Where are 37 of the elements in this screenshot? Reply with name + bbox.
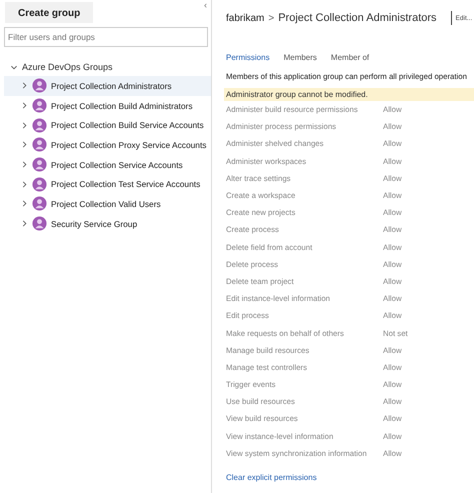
group-icon (32, 176, 47, 192)
tree-root-label[interactable]: Azure DevOps Groups (22, 62, 113, 72)
group-item[interactable]: Project Collection Administrators (4, 76, 211, 96)
chevron-icon[interactable] (10, 64, 18, 70)
group-icon (32, 98, 47, 114)
chevron-icon[interactable] (21, 122, 28, 129)
group-icon (32, 137, 47, 152)
tab[interactable]: Members (284, 52, 317, 62)
breadcrumb-link[interactable]: fabrikam (226, 12, 264, 24)
group-icon (32, 196, 47, 212)
page-title: Project Collection Administrators (278, 12, 437, 24)
notice-banner: Administrator group cannot be modified. (224, 88, 474, 101)
tab[interactable]: Permissions (226, 52, 270, 62)
chevron-icon[interactable] (21, 220, 28, 228)
group-icon (32, 216, 47, 232)
group-item[interactable]: Project Collection Service Accounts (4, 154, 211, 174)
group-icon (32, 157, 47, 172)
chevron-icon[interactable] (21, 82, 28, 90)
create-group-button[interactable]: Create group (5, 2, 94, 23)
tab[interactable]: Member of (330, 52, 370, 62)
filter-field[interactable]: Filter users and groups (4, 27, 208, 47)
chevron-icon[interactable] (21, 141, 28, 148)
breadcrumb-separator: > (268, 12, 274, 24)
group-item[interactable]: Security Service Group (4, 214, 211, 234)
group-item[interactable]: Project Collection Valid Users (4, 194, 211, 214)
group-item[interactable]: Project Collection Build Service Accounts (4, 115, 211, 136)
chevron-icon[interactable] (21, 161, 28, 168)
group-item[interactable]: Project Collection Test Service Accounts (4, 174, 211, 194)
group-icon (32, 78, 47, 94)
clear-permissions-link[interactable]: Clear explicit permissions (226, 472, 317, 482)
group-icon (32, 118, 47, 133)
collapse-button[interactable]: ‹ (204, 0, 207, 10)
chevron-icon[interactable] (21, 200, 28, 208)
group-item[interactable]: Project Collection Build Administrators (4, 96, 211, 116)
chevron-icon[interactable] (21, 180, 28, 188)
chevron-icon[interactable] (21, 102, 28, 110)
group-item[interactable]: Project Collection Proxy Service Accounts (4, 135, 211, 155)
